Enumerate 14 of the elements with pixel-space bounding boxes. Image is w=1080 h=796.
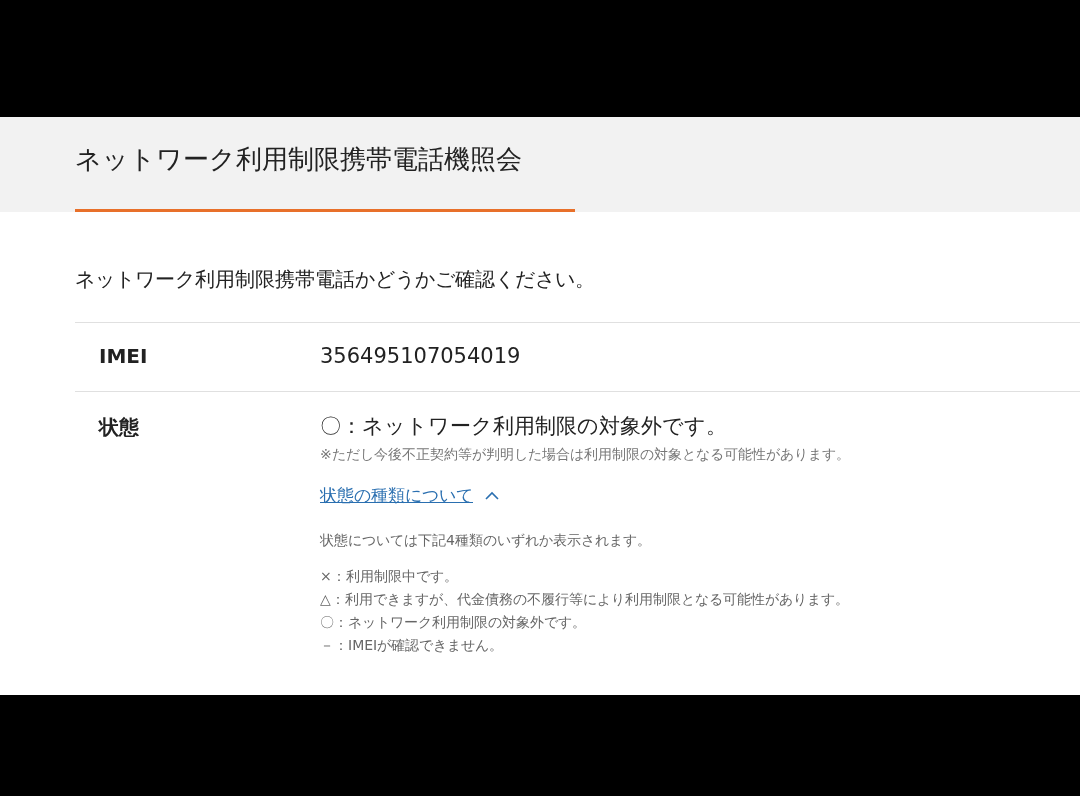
- status-type-item: 〇：ネットワーク利用制限の対象外です。: [320, 613, 587, 632]
- status-type-item: △：利用できますが、代金債務の不履行等により利用制限となる可能性があります。: [320, 590, 850, 609]
- imei-value: 356495107054019: [320, 343, 522, 370]
- page-title: ネットワーク利用制限携帯電話機照会: [75, 140, 575, 212]
- chevron-up-icon[interactable]: [485, 490, 499, 500]
- row-label: IMEI: [98, 343, 149, 370]
- intro-text: ネットワーク利用制限携帯電話かどうかご確認ください。: [75, 266, 596, 293]
- status-type-item: ×：利用制限中です。: [320, 567, 459, 586]
- status-types-link[interactable]: 状態の種類について: [320, 482, 473, 508]
- status-value: 〇：ネットワーク利用制限の対象外です。: [320, 412, 728, 440]
- status-description: 状態については下記4種類のいずれか表示されます。: [320, 531, 652, 550]
- status-note: ※ただし今後不正契約等が判明した場合は利用制限の対象となる可能性があります。: [320, 444, 851, 464]
- status-type-item: －：IMEIが確認できません。: [320, 636, 505, 655]
- row-label: 状態: [97, 413, 140, 441]
